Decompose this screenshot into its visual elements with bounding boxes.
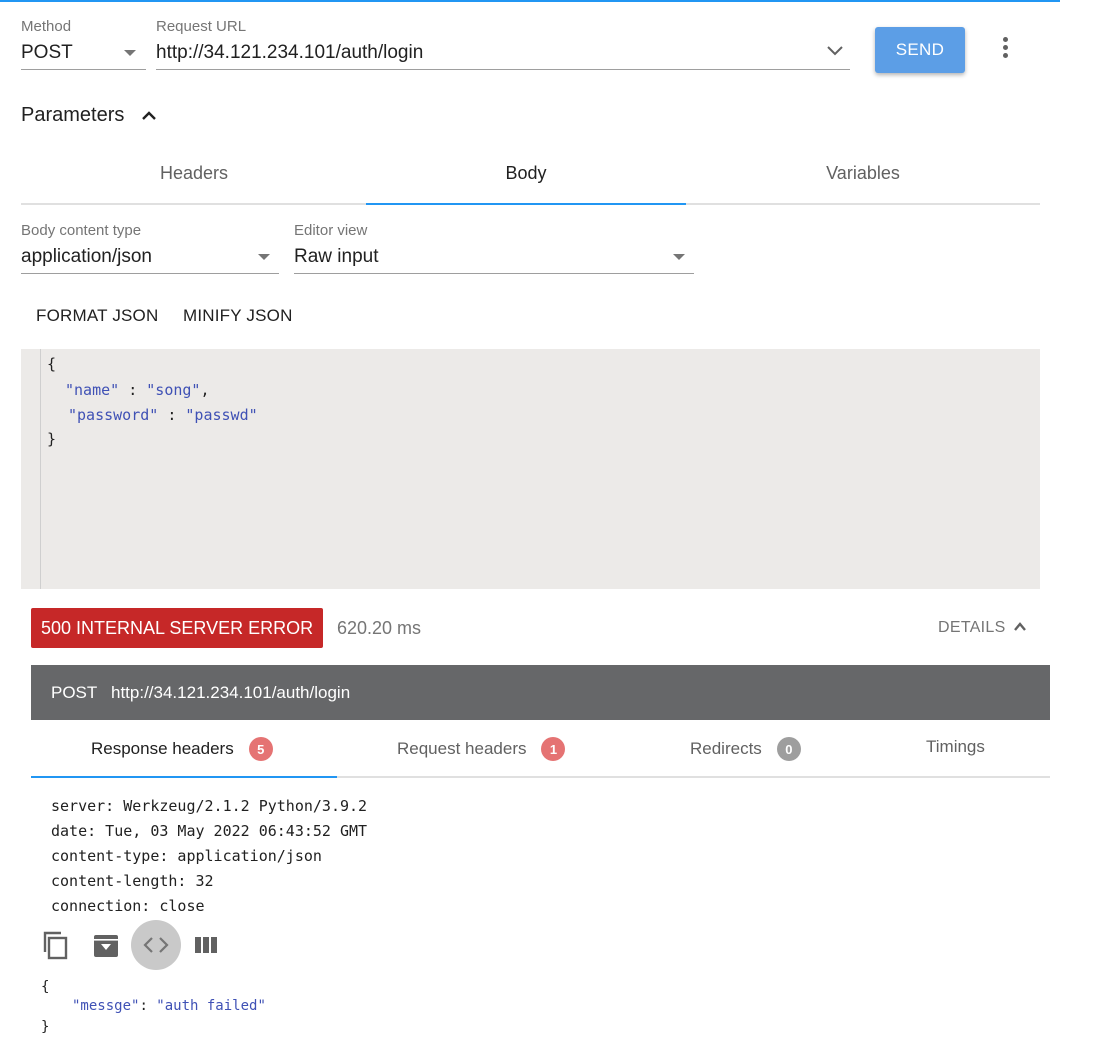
method-label: Method	[21, 18, 72, 35]
method-underline	[21, 69, 146, 70]
tab-label: Redirects	[690, 739, 762, 758]
code-line: }	[47, 430, 57, 448]
code-line: {	[47, 355, 57, 373]
top-accent-line	[0, 0, 1060, 2]
save-archive-icon[interactable]	[91, 930, 121, 960]
url-label: Request URL	[156, 18, 247, 35]
body-editor[interactable]: { "name" : "song", "password" : "passwd"…	[21, 349, 1040, 589]
details-toggle[interactable]: DETAILS	[938, 619, 1006, 637]
collapse-chevron-up-icon[interactable]	[141, 108, 157, 124]
code-brackets-icon[interactable]	[141, 930, 171, 960]
editor-view-dropdown-icon[interactable]	[673, 254, 685, 260]
body-content-type-select[interactable]: application/json	[21, 246, 152, 268]
tab-response-headers[interactable]: Response headers 5	[91, 737, 273, 761]
more-options-icon[interactable]	[995, 35, 1015, 63]
editor-view-select[interactable]: Raw input	[294, 246, 379, 268]
request-summary-bar: POST http://34.121.234.101/auth/login	[31, 665, 1050, 720]
response-body-line: {	[41, 979, 50, 995]
response-body-line: "messge": "auth failed"	[72, 998, 266, 1014]
content-type-underline	[21, 273, 279, 274]
tab-variables[interactable]: Variables	[793, 163, 933, 184]
response-body-line: }	[41, 1019, 50, 1035]
editor-view-underline	[294, 273, 694, 274]
response-header-line: content-length: 32	[51, 872, 214, 890]
count-badge: 1	[541, 737, 566, 761]
method-dropdown-icon[interactable]	[124, 50, 136, 56]
copy-icon[interactable]	[41, 930, 71, 960]
response-header-line: content-type: application/json	[51, 847, 322, 865]
minify-json-button[interactable]: MINIFY JSON	[183, 306, 293, 326]
tab-label: Timings	[926, 737, 985, 756]
response-active-tab-indicator	[31, 776, 337, 778]
active-tab-indicator	[366, 203, 686, 205]
tab-label: Response headers	[91, 739, 234, 758]
tab-request-headers[interactable]: Request headers 1	[397, 737, 566, 761]
code-line: "name" : "song",	[65, 381, 210, 399]
tab-headers[interactable]: Headers	[121, 163, 267, 184]
status-badge: 500 INTERNAL SERVER ERROR	[31, 608, 324, 648]
parameters-title: Parameters	[21, 104, 125, 126]
editor-view-label: Editor view	[294, 222, 368, 239]
content-type-dropdown-icon[interactable]	[258, 254, 270, 260]
response-header-line: date: Tue, 03 May 2022 06:43:52 GMT	[51, 822, 368, 840]
tab-body[interactable]: Body	[456, 163, 596, 184]
tab-label: Request headers	[397, 739, 527, 758]
response-time: 620.20 ms	[337, 618, 422, 638]
response-header-line: server: Werkzeug/2.1.2 Python/3.9.2	[51, 797, 368, 815]
tab-timings[interactable]: Timings	[926, 737, 985, 757]
code-line: "password" : "passwd"	[68, 406, 258, 424]
count-badge: 0	[776, 737, 801, 761]
summary-url: http://34.121.234.101/auth/login	[111, 683, 351, 702]
response-header-line: connection: close	[51, 897, 205, 915]
tab-redirects[interactable]: Redirects 0	[690, 737, 801, 761]
editor-gutter	[40, 349, 41, 589]
body-content-type-label: Body content type	[21, 222, 142, 239]
summary-method: POST	[51, 683, 98, 702]
columns-view-icon[interactable]	[191, 930, 221, 960]
send-button[interactable]: SEND	[875, 27, 965, 73]
details-chevron-up-icon[interactable]	[1013, 620, 1027, 634]
url-history-chevron-icon[interactable]	[826, 45, 844, 57]
format-json-button[interactable]: FORMAT JSON	[36, 306, 158, 326]
url-underline	[156, 69, 850, 70]
count-badge: 5	[248, 737, 273, 761]
url-input[interactable]: http://34.121.234.101/auth/login	[156, 42, 423, 64]
method-select[interactable]: POST	[21, 42, 73, 64]
